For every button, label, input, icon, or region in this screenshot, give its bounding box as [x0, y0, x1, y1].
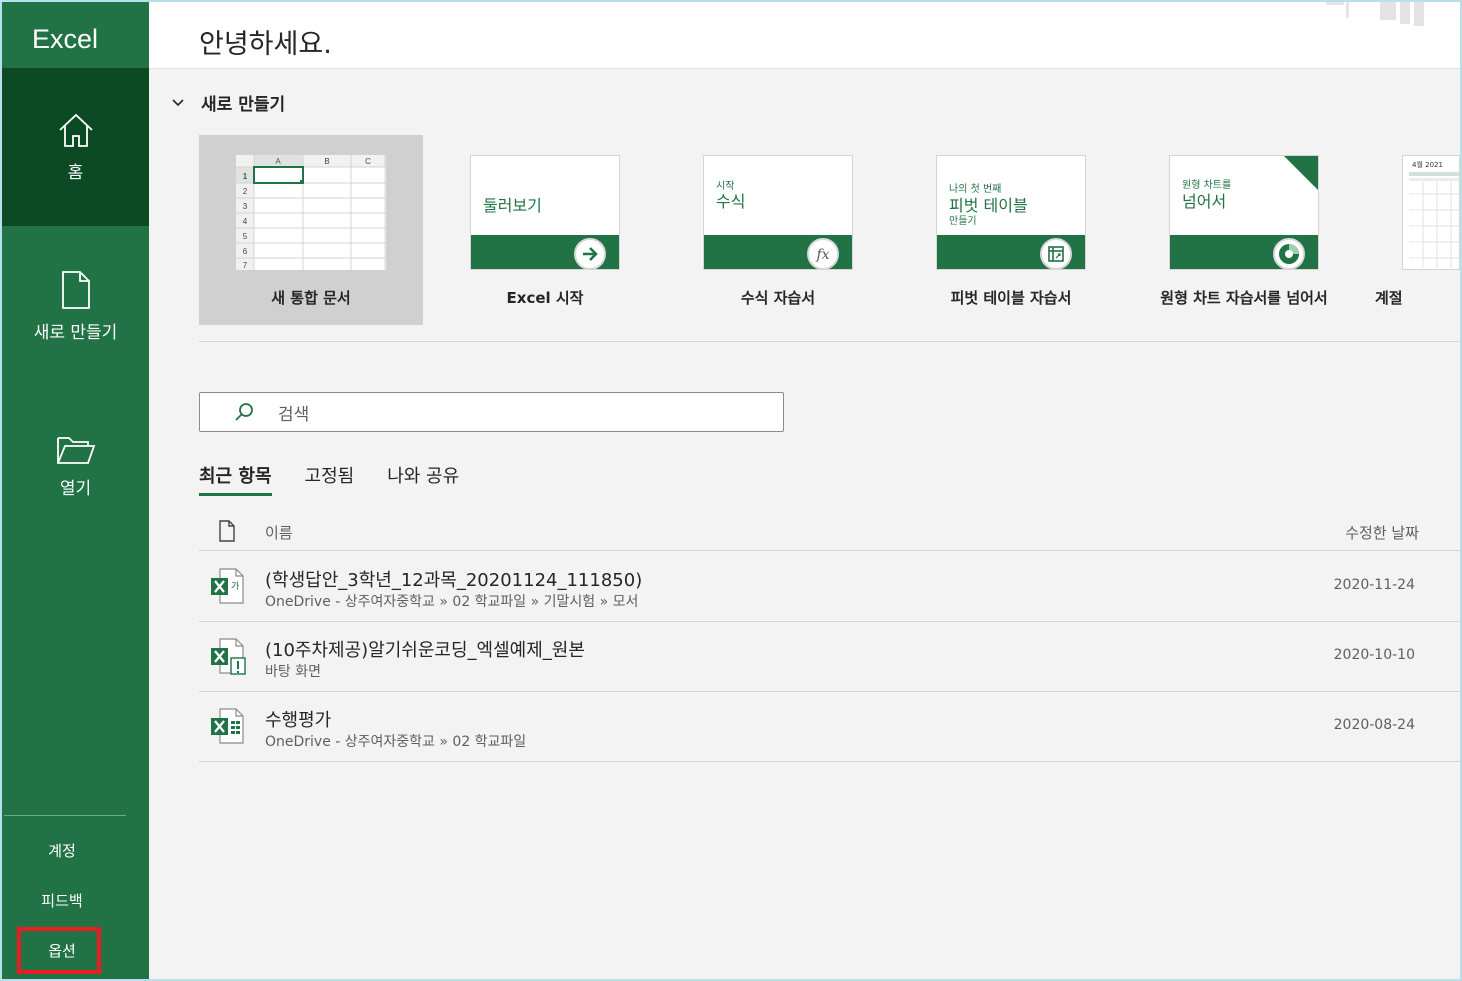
file-path: 바탕 화면: [265, 664, 321, 680]
col-header: A: [275, 157, 281, 166]
thumbnail-subtitle-2: 만들기: [949, 216, 977, 227]
folder-open-icon: [56, 437, 95, 464]
sidebar: Excel 홈 새로 만들기 열기 계정 피드백 옵션: [2, 2, 149, 979]
thumbnail-subtitle: 4월 2021: [1412, 161, 1443, 169]
thumbnail-title: 수식: [716, 192, 746, 211]
row-header: 2: [243, 187, 248, 196]
new-document-icon: [61, 271, 90, 309]
template-thumbnail: 둘러보기: [470, 155, 620, 270]
template-formula-tutorial[interactable]: 시작 수식 fx 수식 자습서: [666, 135, 890, 325]
fx-icon: fx: [807, 238, 839, 269]
template-welcome-tour[interactable]: 둘러보기 Excel 시작: [433, 135, 657, 325]
new-ribbon-badge: [1284, 156, 1318, 190]
sidebar-item-home[interactable]: 홈: [2, 68, 149, 226]
decorative-graphic: [1326, 2, 1424, 26]
col-header: C: [365, 157, 371, 166]
template-blank-workbook[interactable]: A B C 1 2 3 4 5 6 7 새 통합 문서: [199, 135, 423, 325]
thumbnail-title: 둘러보기: [483, 196, 542, 215]
main-content: 안녕하세요. 새로 만들기 A B C 1 2 3 4 5 6 7 새 통합 문…: [149, 2, 1460, 979]
sidebar-item-label: 새로 만들기: [33, 323, 118, 343]
file-name: (학생답안_3학년_12과목_20201124_111850): [265, 570, 643, 591]
column-header-name[interactable]: 이름: [265, 522, 293, 543]
excel-file-icon: [211, 708, 244, 744]
file-date: 2020-11-24: [1333, 577, 1415, 593]
file-tabs: 최근 항목 고정됨 나와 공유: [199, 462, 492, 498]
calendar-grid-graphic: [1409, 172, 1459, 268]
row-header: 6: [243, 247, 248, 256]
file-name: 수행평가: [265, 710, 332, 731]
sidebar-item-new[interactable]: 새로 만들기: [2, 228, 149, 386]
template-seasonal-calendar[interactable]: 4월 2021 계절: [1365, 135, 1460, 325]
template-label: 원형 차트 자습서를 넘어서: [1160, 289, 1328, 307]
template-pivot-tutorial[interactable]: 나의 첫 번째 피벗 테이블 만들기 피벗 테이블 자습서: [899, 135, 1123, 325]
sidebar-item-open[interactable]: 열기: [2, 388, 149, 546]
sidebar-item-label: 홈: [67, 163, 84, 183]
excel-file-warning-icon: [211, 638, 246, 675]
template-thumbnail: 시작 수식 fx: [703, 155, 853, 270]
excel-file-icon: 가: [211, 568, 244, 604]
section-divider: [199, 341, 1460, 342]
sidebar-item-feedback[interactable]: 피드백: [2, 890, 122, 911]
row-header: 5: [243, 232, 248, 241]
greeting-title: 안녕하세요.: [199, 29, 332, 60]
section-title: 새로 만들기: [201, 95, 286, 115]
tab-recent[interactable]: 최근 항목: [199, 462, 272, 496]
thumbnail-title: 넘어서: [1182, 192, 1227, 211]
template-thumbnail: 나의 첫 번째 피벗 테이블 만들기: [936, 155, 1086, 270]
sidebar-divider: [4, 815, 126, 816]
template-pie-chart-tutorial[interactable]: 원형 차트를 넘어서 원형 차트 자습서를 넘어서: [1132, 135, 1356, 325]
file-name: (10주차제공)알기쉬운코딩_엑셀예제_원본: [265, 640, 585, 661]
svg-text:가: 가: [231, 581, 239, 592]
app-title: Excel: [32, 24, 99, 54]
blank-workbook-thumbnail: A B C 1 2 3 4 5 6 7: [236, 155, 386, 270]
sidebar-item-account[interactable]: 계정: [2, 840, 122, 861]
col-header: B: [324, 157, 329, 166]
file-path: OneDrive - 상주여자중학교 » 02 학교파일 » 기말시험 » 모서: [265, 594, 639, 610]
sidebar-item-label: 열기: [59, 479, 92, 499]
file-row[interactable]: 가 (학생답안_3학년_12과목_20201124_111850) OneDri…: [199, 552, 1460, 622]
row-header: 7: [243, 261, 248, 270]
file-date: 2020-08-24: [1333, 717, 1415, 733]
file-icon: [219, 520, 235, 542]
template-label: 계절: [1375, 289, 1403, 307]
template-label: 피벗 테이블 자습서: [950, 289, 1072, 307]
column-header-date[interactable]: 수정한 날짜: [1345, 522, 1419, 543]
tab-pinned[interactable]: 고정됨: [305, 462, 355, 496]
template-thumbnail: 원형 차트를 넘어서: [1169, 155, 1319, 270]
file-row[interactable]: 수행평가 OneDrive - 상주여자중학교 » 02 학교파일 2020-0…: [199, 692, 1460, 762]
tab-shared-with-me[interactable]: 나와 공유: [387, 462, 459, 496]
template-label: 수식 자습서: [740, 289, 816, 307]
file-list-header: 이름 수정한 날짜: [199, 515, 1460, 551]
sidebar-item-options[interactable]: 옵션: [2, 940, 122, 961]
row-header: 4: [243, 217, 248, 226]
search-placeholder: 검색: [278, 404, 310, 425]
new-section-toggle[interactable]: 새로 만들기: [171, 90, 285, 115]
template-thumbnail: 4월 2021: [1402, 155, 1460, 270]
template-label: Excel 시작: [506, 289, 584, 307]
pie-chart-icon: [1273, 238, 1305, 269]
row-header: 1: [243, 172, 248, 181]
arrow-right-icon: [574, 238, 606, 269]
template-label: 새 통합 문서: [271, 289, 351, 307]
file-row[interactable]: (10주차제공)알기쉬운코딩_엑셀예제_원본 바탕 화면 2020-10-10: [199, 622, 1460, 692]
header: 안녕하세요.: [149, 2, 1460, 69]
file-date: 2020-10-10: [1333, 647, 1415, 663]
home-icon: [58, 113, 93, 147]
chevron-down-icon: [172, 98, 184, 106]
search-input[interactable]: 검색: [199, 392, 784, 432]
pivot-table-icon: [1040, 238, 1072, 269]
row-header: 3: [243, 202, 248, 211]
file-path: OneDrive - 상주여자중학교 » 02 학교파일: [265, 734, 527, 750]
svg-text:fx: fx: [815, 247, 829, 263]
search-icon: [235, 403, 253, 421]
